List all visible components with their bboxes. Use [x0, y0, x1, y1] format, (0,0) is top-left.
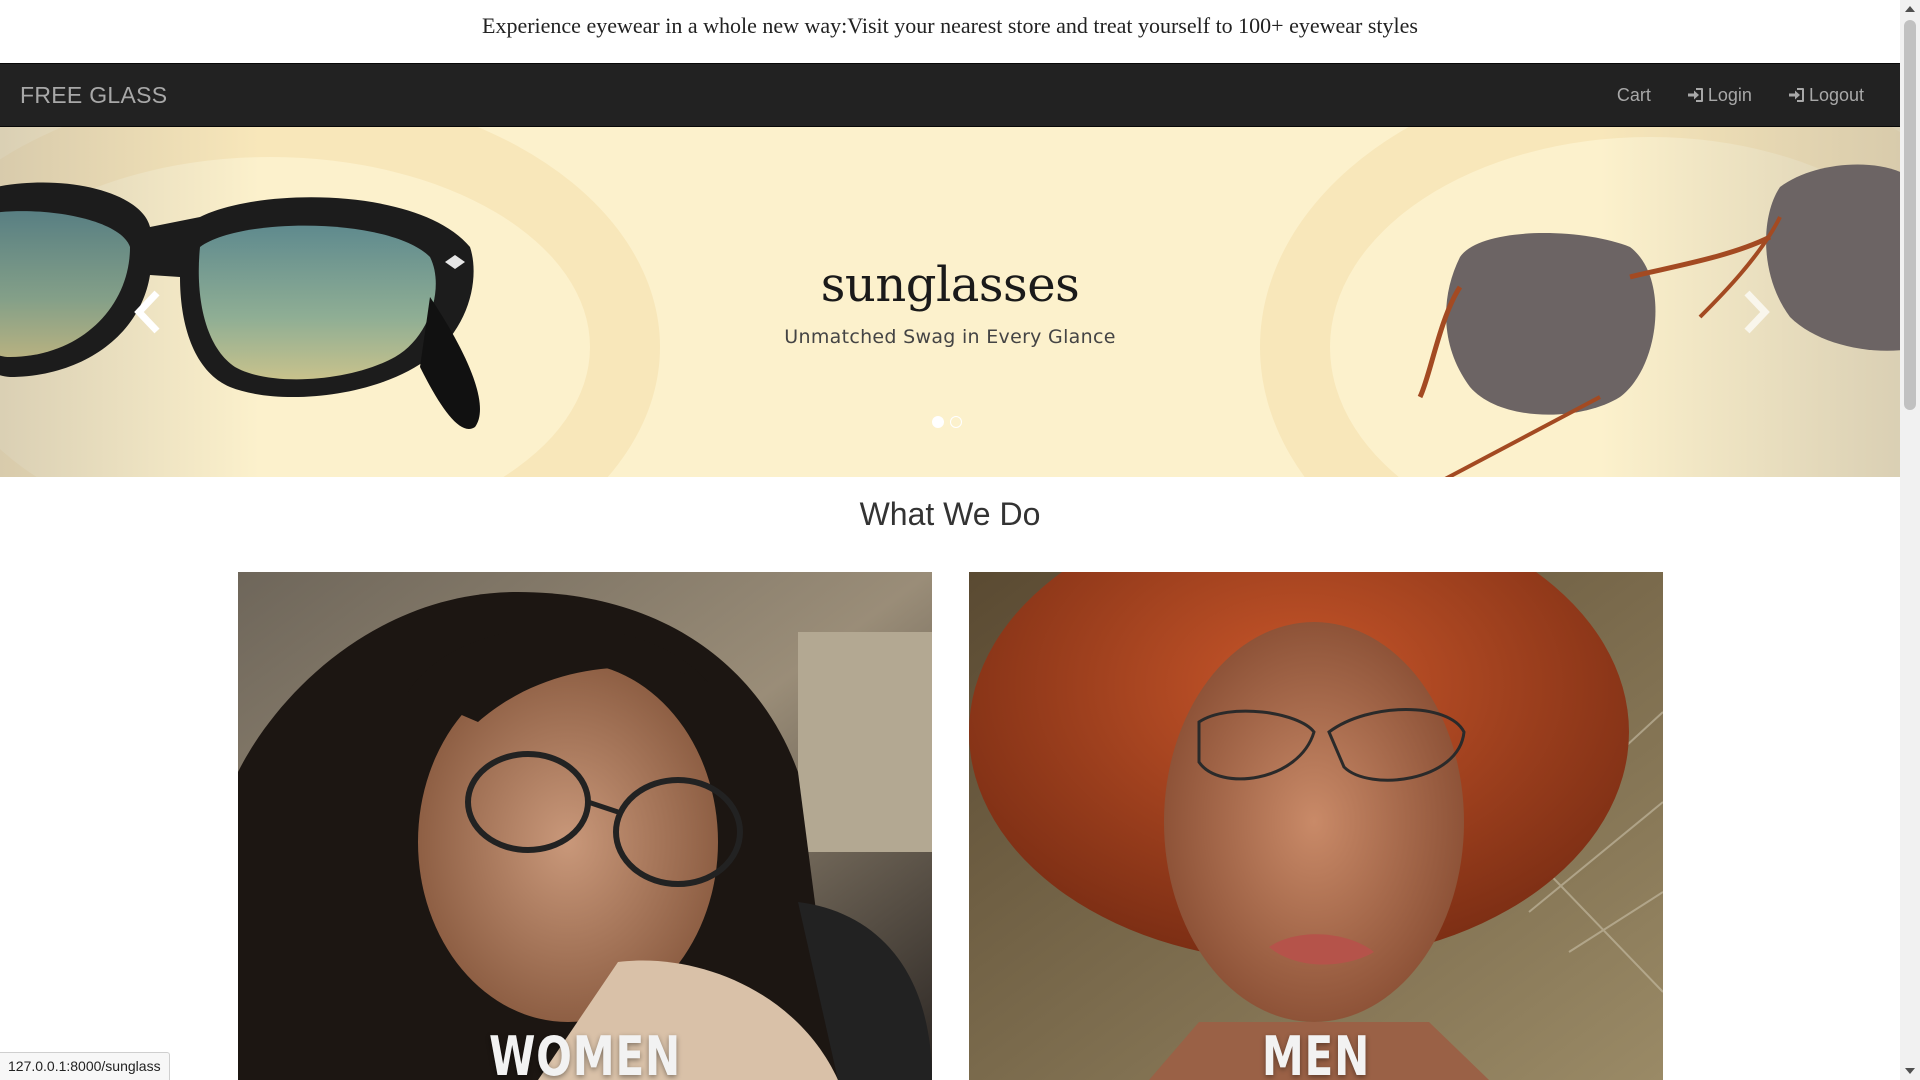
nav-links: Cart Login Logout	[1581, 64, 1864, 126]
status-bar-url: 127.0.0.1:8000/sunglass	[0, 1052, 170, 1080]
navbar: FREE GLASS Cart Login Logout	[0, 63, 1900, 127]
scrollbar-thumb[interactable]	[1904, 20, 1916, 410]
log-in-icon	[1788, 88, 1804, 102]
card-label-women: WOMEN	[488, 1025, 682, 1080]
logout-label: Logout	[1808, 84, 1864, 105]
log-in-icon	[1687, 88, 1703, 102]
carousel-indicator-1[interactable]	[932, 416, 944, 428]
cart-link[interactable]: Cart	[1617, 85, 1651, 106]
category-card-women[interactable]: WOMEN	[238, 572, 932, 1080]
carousel-indicators	[932, 416, 968, 428]
slide-title: sunglasses	[820, 257, 1080, 313]
hero-carousel: sunglasses Unmatched Swag in Every Glanc…	[0, 127, 1900, 477]
login-link[interactable]: Login	[1687, 85, 1752, 106]
women-photo	[238, 572, 932, 1080]
page: Experience eyewear in a whole new way:Vi…	[0, 0, 1900, 1080]
cart-label: Cart	[1616, 84, 1651, 105]
section-title: What We Do	[859, 496, 1041, 532]
chevron-left-icon	[134, 290, 160, 334]
login-label: Login	[1707, 84, 1752, 105]
scroll-down-arrow[interactable]	[1905, 1068, 1915, 1074]
carousel-prev-button[interactable]	[127, 287, 167, 337]
chevron-right-icon	[1744, 290, 1770, 334]
carousel-indicator-2[interactable]	[950, 416, 962, 428]
slide-subtitle: Unmatched Swag in Every Glance	[784, 326, 1116, 348]
scroll-up-arrow[interactable]	[1905, 6, 1915, 12]
card-label-men: MEN	[1261, 1025, 1371, 1080]
category-card-men[interactable]: MEN	[969, 572, 1663, 1080]
men-photo	[969, 572, 1663, 1080]
announcement-bar: Experience eyewear in a whole new way:Vi…	[482, 13, 1418, 38]
brand-logo-link[interactable]: FREE GLASS	[20, 64, 167, 126]
page-scrollbar[interactable]	[1900, 0, 1920, 1080]
logout-link[interactable]: Logout	[1788, 85, 1864, 106]
carousel-next-button[interactable]	[1737, 287, 1777, 337]
